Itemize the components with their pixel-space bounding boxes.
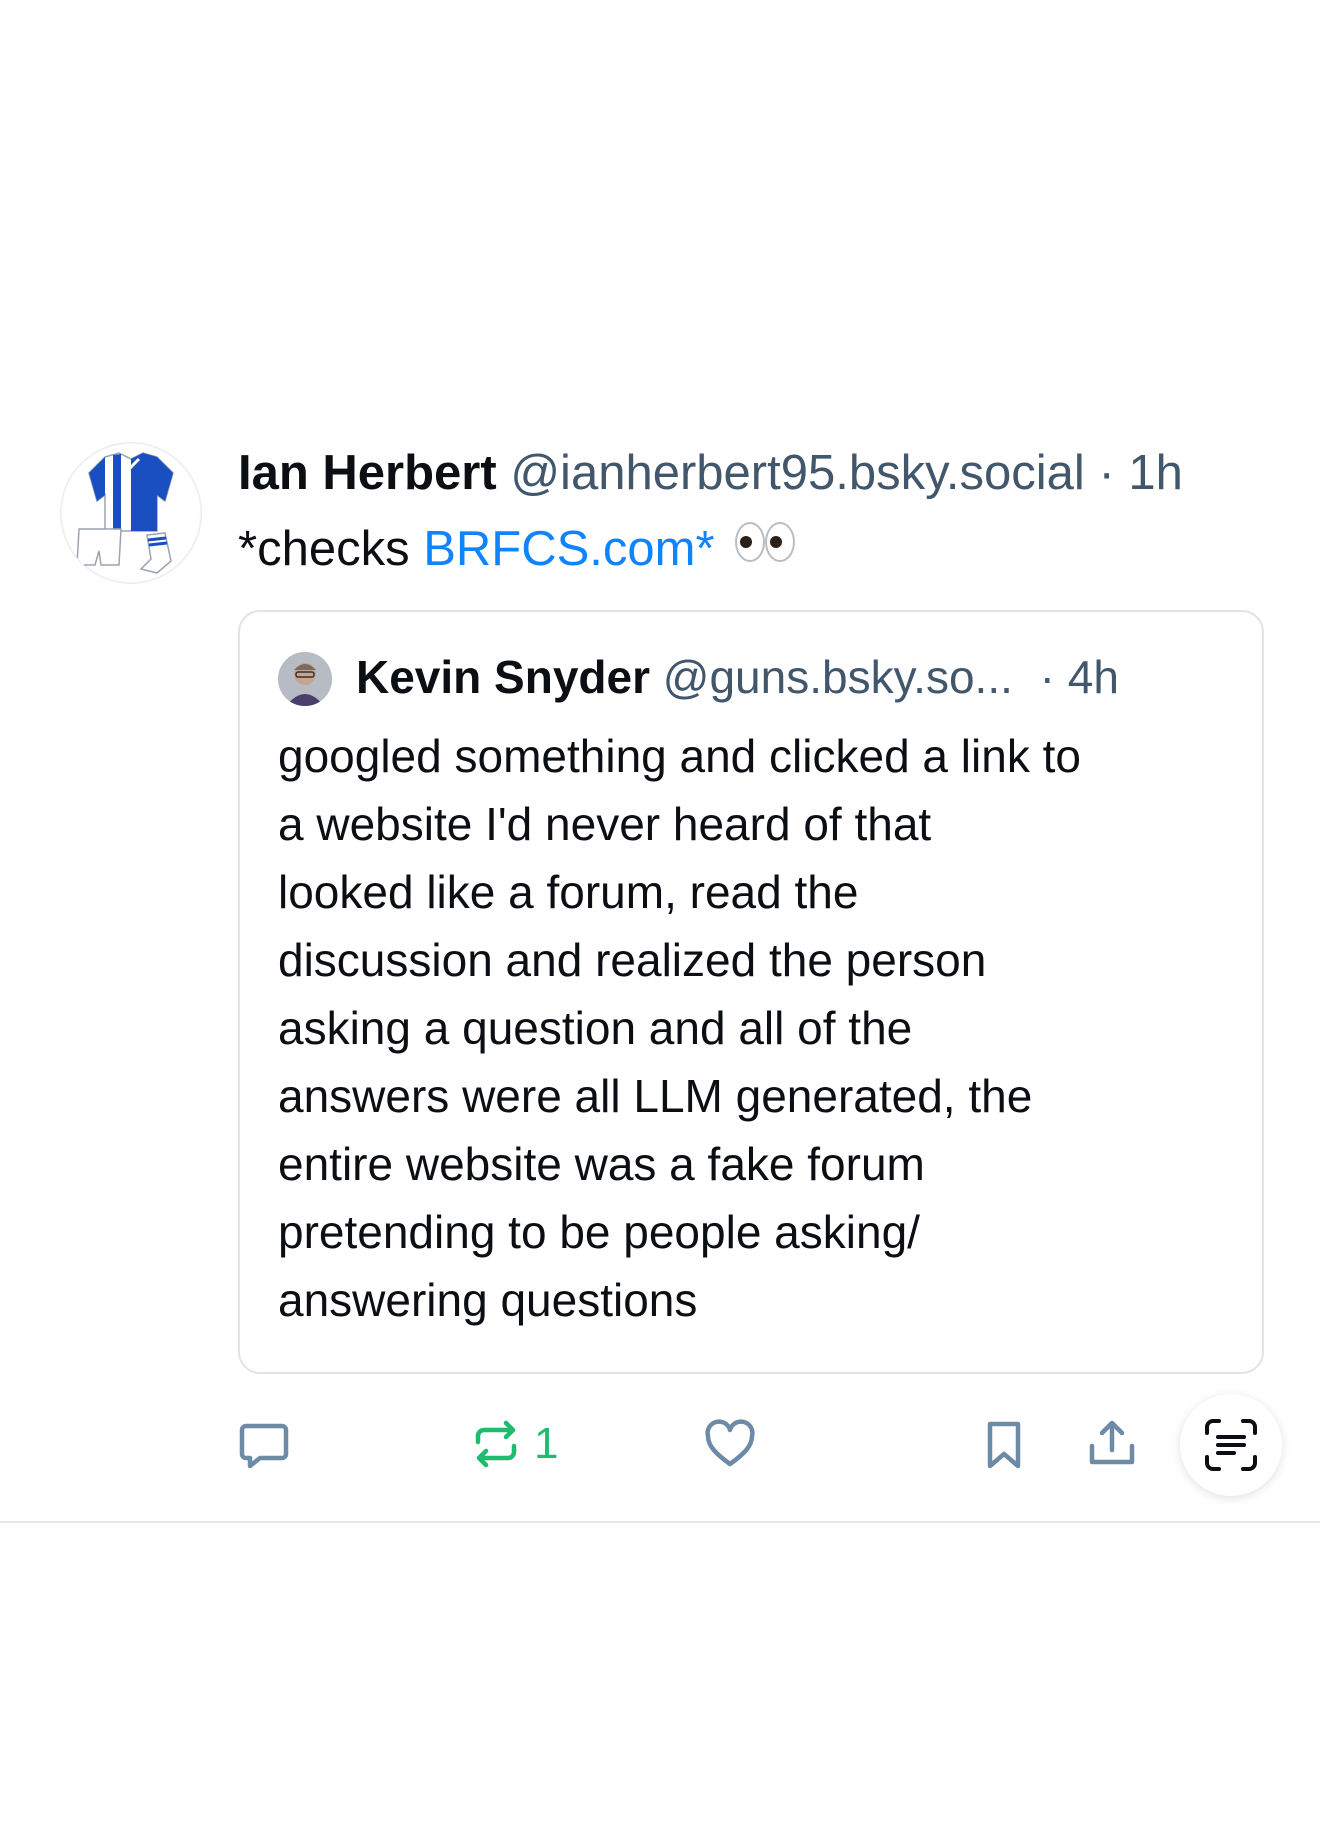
bookmark-button[interactable] <box>976 1414 1032 1474</box>
repost-button[interactable]: 1 <box>468 1414 558 1474</box>
quoted-author-name[interactable]: Kevin Snyder <box>356 651 650 703</box>
post[interactable]: Ian Herbert @ianherbert95.bsky.social · … <box>0 0 1320 1523</box>
repost-icon <box>475 1420 517 1468</box>
quoted-author-avatar[interactable] <box>278 652 332 706</box>
post-time[interactable]: 1h <box>1128 446 1183 500</box>
quoted-body-line: entire website was a fake forum <box>278 1138 925 1190</box>
post-text-prefix: *checks <box>238 522 424 576</box>
post-header: Ian Herbert @ianherbert95.bsky.social · … <box>238 440 1183 506</box>
quoted-author-handle[interactable]: @guns.bsky.so... <box>663 651 1013 703</box>
author-avatar[interactable] <box>60 442 202 584</box>
quoted-body-line: discussion and realized the person <box>278 934 987 986</box>
share-icon <box>1089 1420 1135 1465</box>
reply-icon <box>239 1423 289 1469</box>
quoted-body-line: pretending to be people asking/ <box>278 1206 920 1258</box>
quoted-body-line: answers were all LLM generated, the <box>278 1070 1033 1122</box>
quoted-post[interactable]: Kevin Snyder @guns.bsky.so... · 4h googl… <box>238 610 1264 1374</box>
quoted-body-line: looked like a forum, read the <box>278 866 859 918</box>
share-button[interactable] <box>1084 1414 1140 1474</box>
bookmark-icon <box>987 1421 1021 1469</box>
quoted-post-body: googled something and clicked a link to … <box>278 722 1238 1334</box>
like-button[interactable] <box>702 1414 758 1474</box>
repost-count: 1 <box>534 1419 559 1468</box>
post-actions: 1 <box>0 1400 1320 1500</box>
text-scan-icon <box>1205 1419 1257 1471</box>
quoted-post-time[interactable]: 4h <box>1068 651 1119 703</box>
post-link[interactable]: BRFCS.com* <box>423 522 714 576</box>
quoted-body-line: a website I'd never heard of that <box>278 798 932 850</box>
text-scan-button[interactable] <box>1180 1394 1282 1496</box>
quoted-post-header: Kevin Snyder @guns.bsky.so... · 4h <box>356 646 1119 708</box>
quoted-body-line: asking a question and all of the <box>278 1002 913 1054</box>
post-text: *checks BRFCS.com* <box>238 516 798 585</box>
author-name[interactable]: Ian Herbert <box>238 446 497 500</box>
header-separator: · <box>1098 446 1115 500</box>
author-handle[interactable]: @ianherbert95.bsky.social <box>510 446 1085 500</box>
quoted-header-separator: · <box>1039 651 1055 703</box>
person-photo-icon <box>278 652 332 706</box>
reply-button[interactable] <box>236 1414 292 1474</box>
quoted-body-line: answering questions <box>278 1274 698 1326</box>
eyes-icon <box>734 515 798 581</box>
football-kit-icon <box>76 452 174 574</box>
heart-icon <box>705 1419 755 1467</box>
quoted-body-line: googled something and clicked a link to <box>278 730 1081 782</box>
